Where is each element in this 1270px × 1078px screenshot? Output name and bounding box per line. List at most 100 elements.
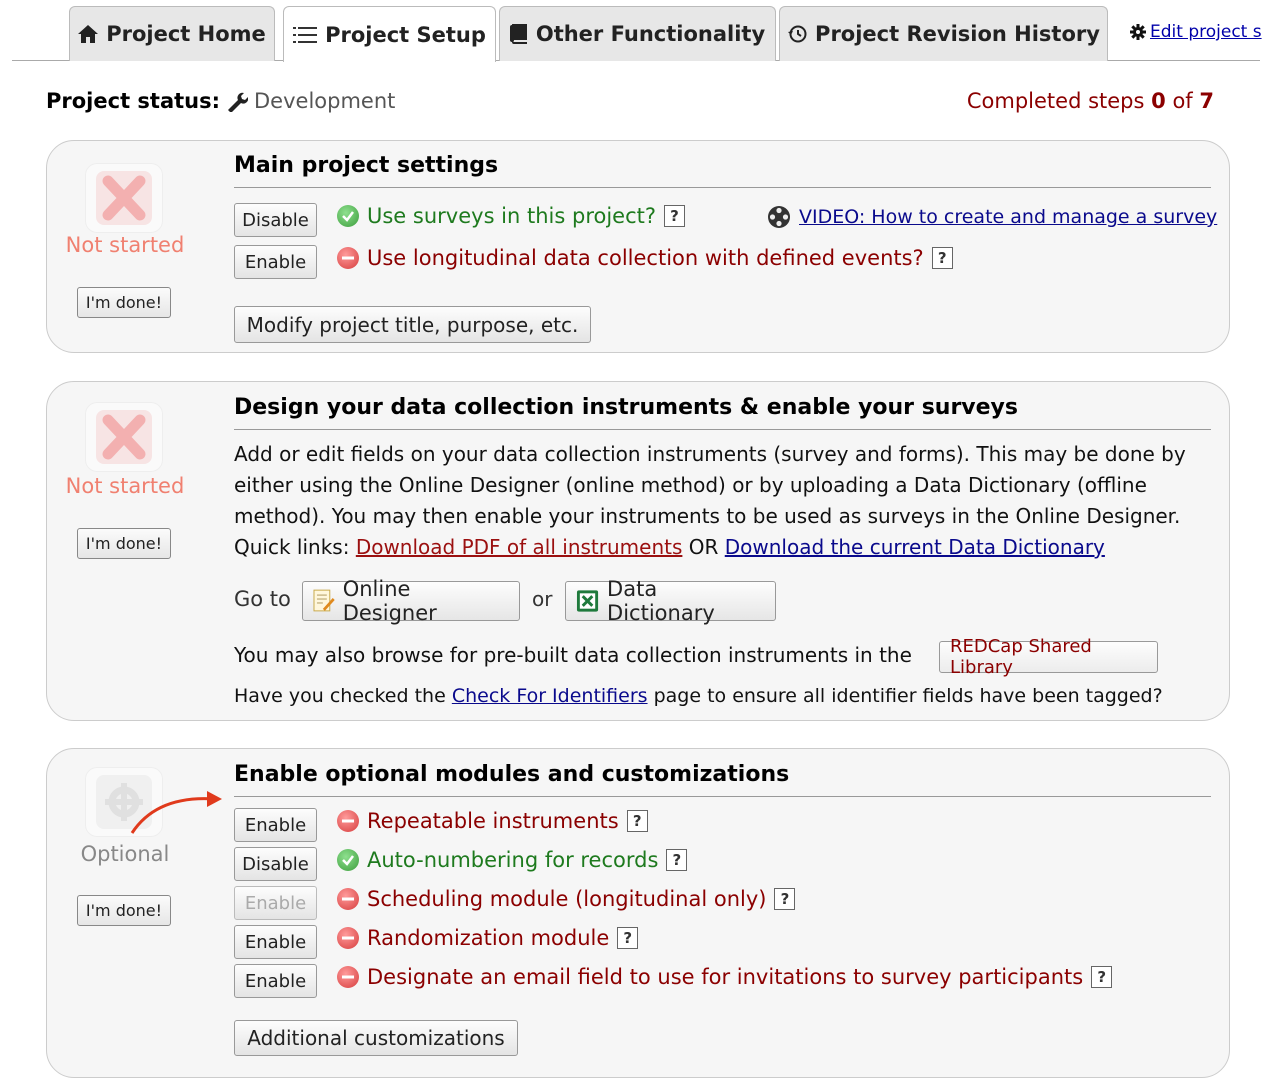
disable-surveys-button[interactable]: Disable [234, 203, 317, 237]
edit-link-label: Edit project s [1150, 22, 1262, 42]
project-status: Project status: Development [46, 89, 395, 113]
additional-customizations-button[interactable]: Additional customizations [234, 1020, 518, 1056]
instruments-description: Add or edit fields on your data collecti… [234, 439, 1219, 563]
option-label: Repeatable instruments [367, 809, 619, 833]
title-divider [234, 429, 1211, 430]
minus-circle-icon [337, 966, 359, 988]
tab-bar: Project Home Project Setup Other Functio… [0, 0, 1270, 62]
im-done-button[interactable]: I'm done! [77, 895, 171, 926]
im-done-button[interactable]: I'm done! [77, 287, 171, 318]
browse-text: You may also browse for pre-built data c… [234, 643, 912, 667]
form-edit-icon [313, 589, 335, 612]
step-status-label: Not started [65, 233, 185, 257]
arrow-icon [130, 791, 222, 834]
option-label: Use longitudinal data collection with de… [367, 246, 924, 270]
gear-icon [1130, 24, 1146, 40]
online-designer-label: Online Designer [342, 577, 437, 625]
tab-project-setup[interactable]: Project Setup [283, 6, 496, 62]
step-status-label: Not started [65, 474, 185, 498]
panel-title: Enable optional modules and customizatio… [234, 762, 790, 787]
panel-main-settings: Not started I'm done! Main project setti… [46, 140, 1230, 353]
book-icon [509, 24, 527, 44]
enable-repeatable-button[interactable]: Enable [234, 808, 317, 842]
help-icon[interactable]: ? [1091, 966, 1113, 988]
or-text: OR [688, 535, 719, 559]
online-designer-button[interactable]: Online Designer [302, 577, 520, 625]
data-dictionary-label: Data Dictionary [607, 577, 715, 625]
panel-title: Design your data collection instruments … [234, 395, 1018, 420]
check-circle-icon [337, 205, 359, 227]
status-value: Development [254, 89, 396, 113]
wrench-icon [228, 92, 249, 112]
title-divider [234, 796, 1211, 797]
enable-longitudinal-button[interactable]: Enable [234, 245, 317, 279]
minus-circle-icon [337, 888, 359, 910]
tab-project-revision-history[interactable]: Project Revision History [779, 6, 1108, 61]
randomization-option: Randomization module ? [337, 926, 639, 950]
completed-total: 7 [1199, 89, 1214, 113]
help-icon[interactable]: ? [664, 205, 686, 227]
quick-links-label: Quick links: [234, 535, 350, 559]
enable-email-field-button[interactable]: Enable [234, 964, 317, 998]
status-label: Project status: [46, 89, 221, 113]
disable-autonumbering-button[interactable]: Disable [234, 847, 317, 881]
email-field-option: Designate an email field to use for invi… [337, 965, 1113, 989]
option-label: Scheduling module (longitudinal only) [367, 887, 767, 911]
tab-label: Project Setup [325, 22, 486, 47]
history-icon [788, 25, 807, 43]
enable-scheduling-button[interactable]: Enable [234, 886, 317, 920]
completed-prefix: Completed steps [966, 89, 1145, 113]
option-label: Auto-numbering for records [367, 848, 659, 872]
film-reel-icon [768, 206, 790, 228]
edit-project-settings-link[interactable]: Edit project s [1130, 22, 1262, 42]
list-icon [293, 26, 318, 43]
excel-icon [576, 590, 599, 612]
download-data-dictionary-link[interactable]: Download the current Data Dictionary [725, 535, 1105, 559]
scheduling-option: Scheduling module (longitudinal only) ? [337, 887, 796, 911]
minus-circle-icon [337, 247, 359, 269]
completed-steps: Completed steps 0 of 7 [967, 89, 1214, 113]
surveys-option: Use surveys in this project? ? [337, 204, 686, 228]
panel-design-instruments: Not started I'm done! Design your data c… [46, 381, 1230, 721]
help-icon[interactable]: ? [666, 849, 688, 871]
option-label: Randomization module [367, 926, 610, 950]
help-icon[interactable]: ? [931, 247, 953, 269]
check-identifiers-link[interactable]: Check For Identifiers [452, 685, 648, 707]
check-identifiers-text: Have you checked the Check For Identifie… [234, 685, 1163, 707]
or-text: or [532, 587, 553, 611]
option-label: Use surveys in this project? [367, 204, 657, 228]
check-prefix: Have you checked the [234, 685, 446, 707]
minus-circle-icon [337, 810, 359, 832]
tab-label: Project Home [106, 22, 266, 46]
not-started-icon [85, 402, 163, 472]
check-circle-icon [337, 849, 359, 871]
desc-line: either using the Online Designer (online… [234, 473, 1147, 497]
tab-other-functionality[interactable]: Other Functionality [499, 6, 776, 61]
minus-circle-icon [337, 927, 359, 949]
help-icon[interactable]: ? [617, 927, 639, 949]
enable-randomization-button[interactable]: Enable [234, 925, 317, 959]
longitudinal-option: Use longitudinal data collection with de… [337, 246, 953, 270]
panel-title: Main project settings [234, 153, 499, 178]
data-dictionary-button[interactable]: Data Dictionary [565, 577, 776, 625]
panel-optional-modules: Optional I'm done! Enable optional modul… [46, 748, 1230, 1078]
desc-line: method). You may then enable your instru… [234, 504, 1181, 528]
shared-library-button[interactable]: REDCap Shared Library [939, 636, 1158, 678]
video-link-label: VIDEO: How to create and manage a survey [799, 206, 1218, 228]
not-started-icon [85, 163, 163, 233]
modify-project-title-button[interactable]: Modify project title, purpose, etc. [234, 306, 591, 343]
check-suffix: page to ensure all identifier fields hav… [653, 685, 1163, 707]
option-label: Designate an email field to use for invi… [367, 965, 1084, 989]
video-link[interactable]: VIDEO: How to create and manage a survey [767, 205, 1217, 229]
goto-label: Go to [234, 587, 291, 611]
completed-count: 0 [1151, 89, 1166, 113]
download-pdf-link[interactable]: Download PDF of all instruments [356, 535, 683, 559]
desc-line: Add or edit fields on your data collecti… [234, 442, 1186, 466]
home-icon [78, 25, 99, 43]
autonumbering-option: Auto-numbering for records ? [337, 848, 688, 872]
tab-project-home[interactable]: Project Home [69, 6, 275, 61]
help-icon[interactable]: ? [626, 810, 648, 832]
help-icon[interactable]: ? [774, 888, 796, 910]
im-done-button[interactable]: I'm done! [77, 528, 171, 559]
title-divider [234, 187, 1211, 188]
